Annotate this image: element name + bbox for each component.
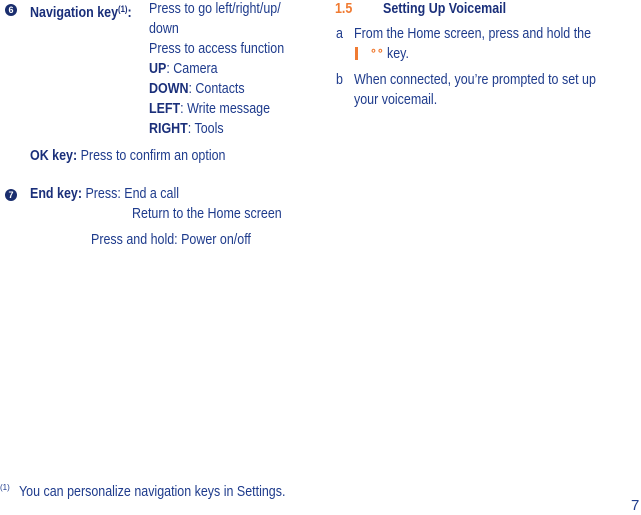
section-heading: 1.5	[335, 0, 352, 19]
footnote-ref: (1)	[118, 4, 128, 14]
function-action: : Camera	[166, 61, 218, 77]
nav-line-3: Press to access function	[149, 41, 285, 57]
function-action: : Write message	[180, 101, 271, 117]
ok-key-row: OK key: Press to confirm an option	[30, 146, 225, 166]
nav-function-right: RIGHT: Tools	[149, 119, 224, 139]
end-key-hold: Press and hold: Power on/off	[91, 232, 251, 248]
end-key-line-2: Return to the Home screen	[132, 206, 282, 222]
nav-line-1: Press to go left/right/up/	[149, 1, 281, 17]
function-key: RIGHT	[149, 121, 188, 137]
function-action: : Contacts	[188, 81, 245, 97]
step-b-line-1: When connected, you’re prompted to set u…	[354, 72, 596, 88]
end-key-row: End key: Press: End a call	[30, 184, 179, 204]
bullet-7-icon: 7	[5, 189, 17, 201]
section-number: 1.5	[335, 1, 353, 17]
navigation-key-title: Navigation key	[30, 5, 119, 21]
nav-function-down: DOWN: Contacts	[149, 79, 245, 99]
key-bar-icon	[355, 47, 358, 60]
navigation-key-label: Navigation key(1):	[30, 0, 132, 23]
footnote-text: You can personalize navigation keys in S…	[19, 484, 286, 500]
bullet-6-icon: 6	[5, 4, 17, 16]
ok-key-text: Press to confirm an option	[77, 148, 226, 164]
end-key-press: Press: End a call	[81, 186, 180, 202]
ok-key-label: OK key:	[30, 148, 78, 164]
step-b-line-2: your voicemail.	[354, 92, 438, 108]
step-a-letter: a	[336, 26, 343, 42]
nav-function-left: LEFT: Write message	[149, 99, 270, 119]
function-action: : Tools	[187, 121, 224, 137]
end-key-label: End key:	[30, 186, 82, 202]
function-key: UP	[149, 61, 167, 77]
function-key: LEFT	[149, 101, 181, 117]
step-a-line-1: From the Home screen, press and hold the	[354, 26, 592, 42]
manual-page: 6 Navigation key(1): Press to go left/ri…	[0, 0, 641, 515]
step-b-letter: b	[336, 72, 343, 88]
colon: :	[127, 5, 132, 21]
voicemail-icon: ∘∘	[370, 45, 384, 57]
footnote-mark: (1)	[0, 483, 10, 492]
nav-function-up: UP: Camera	[149, 59, 218, 79]
section-title: Setting Up Voicemail	[383, 1, 507, 17]
nav-line-2: down	[149, 21, 179, 37]
step-a-line-2: key.	[387, 46, 409, 62]
page-number: 7	[631, 497, 640, 514]
function-key: DOWN	[149, 81, 189, 97]
